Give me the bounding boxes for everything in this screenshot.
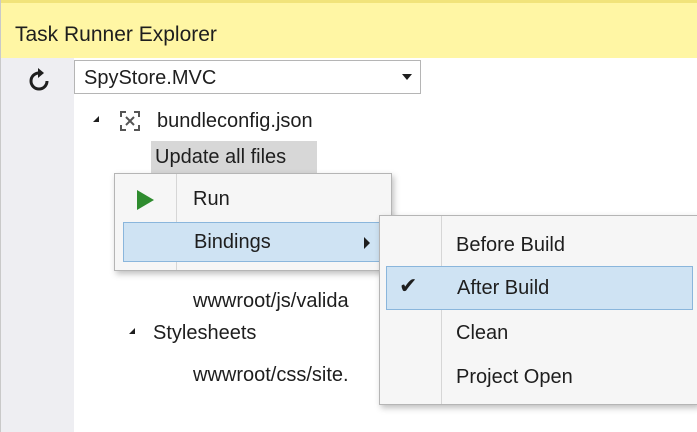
context-menu: Run Bindings [114,173,392,271]
task-runner-explorer-panel: Task Runner Explorer SpyStore.MVC bundle… [0,0,697,432]
tree-selected-task[interactable]: Update all files [155,146,286,169]
bindings-submenu: Before Build ✔ After Build Clean Project… [379,215,697,405]
refresh-icon[interactable] [25,66,53,94]
bundle-config-icon [119,110,141,132]
submenu-item-label: Project Open [456,366,573,388]
toolbar-strip [1,58,74,432]
project-select-value: SpyStore.MVC [84,67,217,89]
submenu-item-before-build[interactable]: Before Build [380,224,697,268]
submenu-item-label: After Build [457,277,550,299]
tree-file-site[interactable]: wwwroot/css/site. [193,364,349,387]
submenu-item-clean[interactable]: Clean [380,312,697,356]
submenu-item-project-open[interactable]: Project Open [380,356,697,400]
expanded-arrow-icon[interactable] [93,116,99,122]
chevron-down-icon[interactable] [402,74,412,80]
project-select[interactable]: SpyStore.MVC [74,60,421,94]
expanded-arrow-icon[interactable] [129,328,135,334]
tree-file-validate[interactable]: wwwroot/js/valida [193,290,349,313]
checkmark-icon: ✔ [399,273,418,298]
submenu-item-after-build[interactable]: ✔ After Build [386,266,693,310]
menu-item-run-label: Run [193,188,230,210]
chevron-right-icon [364,237,370,249]
tree-root-label[interactable]: bundleconfig.json [157,110,313,133]
submenu-item-label: Before Build [456,234,565,256]
title-bar: Task Runner Explorer [1,0,697,58]
menu-item-bindings-label: Bindings [194,231,271,253]
submenu-item-label: Clean [456,322,509,344]
menu-item-run[interactable]: Run [115,180,391,220]
window-title: Task Runner Explorer [15,23,217,46]
tree-group-stylesheets[interactable]: Stylesheets [153,322,256,345]
menu-item-bindings[interactable]: Bindings [123,222,389,262]
play-icon [137,190,154,210]
